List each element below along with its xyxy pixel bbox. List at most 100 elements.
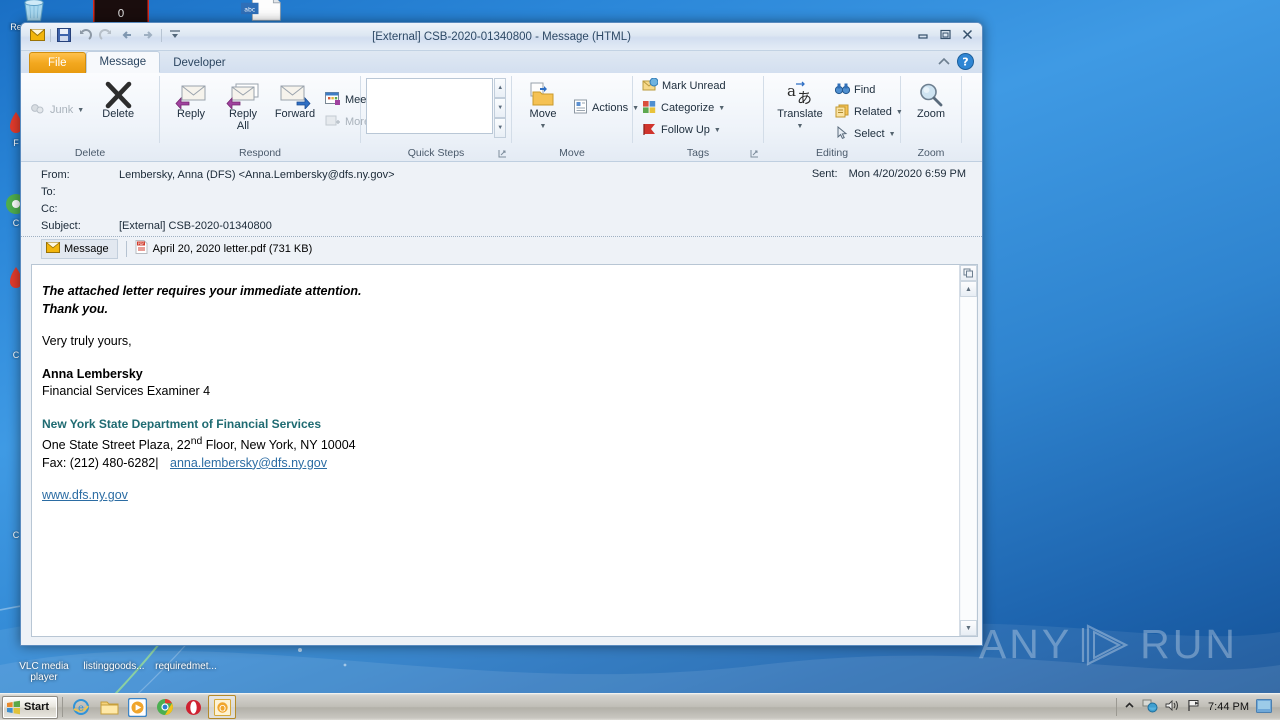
redo-icon[interactable] (98, 27, 114, 43)
junk-label: Junk (50, 104, 74, 116)
watermark-text-run: RUN (1140, 621, 1238, 667)
desktop-icon-requiredmet[interactable]: requiredmet... (150, 661, 222, 672)
window-title-bar[interactable]: [External] CSB-2020-01340800 - Message (… (21, 23, 982, 51)
split-pane-handle[interactable] (960, 265, 977, 281)
chevron-down-icon: ▼ (718, 104, 726, 112)
reply-button[interactable]: Reply (165, 77, 217, 123)
anyrun-logo-icon (1082, 623, 1129, 666)
close-button[interactable] (959, 27, 976, 42)
anyrun-watermark: ANY RUN (979, 621, 1238, 668)
reply-label: Reply (176, 108, 206, 120)
tab-file[interactable]: File (29, 52, 86, 73)
collapse-ribbon-icon[interactable] (937, 55, 951, 73)
forward-button[interactable]: Forward (269, 77, 321, 123)
find-label: Find (854, 84, 876, 96)
maximize-button[interactable] (937, 27, 954, 42)
previous-item-icon[interactable] (119, 27, 135, 43)
svg-text:?: ? (962, 56, 968, 69)
attachment-item[interactable]: PDF April 20, 2020 letter.pdf (731 KB) (135, 240, 313, 257)
email-link[interactable]: anna.lembersky@dfs.ny.gov (170, 456, 327, 470)
desktop-icon-vlc[interactable]: VLC media player (8, 661, 80, 683)
follow-up-button[interactable]: Follow Up ▼ (638, 119, 725, 141)
start-button[interactable]: Start (2, 695, 59, 719)
folder-icon (100, 701, 119, 714)
group-label-delete: Delete (74, 147, 106, 159)
next-item-icon[interactable] (140, 27, 156, 43)
delete-button[interactable]: Delete (92, 77, 144, 123)
network-icon[interactable] (1142, 698, 1158, 716)
taskbar-outlook[interactable]: O (208, 695, 237, 719)
forward-label: Forward (274, 108, 316, 120)
message-tab-button[interactable]: Message (41, 238, 118, 259)
cc-value[interactable] (119, 202, 982, 217)
window-title: [External] CSB-2020-01340800 - Message (… (372, 30, 631, 43)
taskbar-windows-explorer[interactable] (96, 696, 122, 718)
select-pointer-icon (835, 125, 850, 143)
ribbon-group-move: Move ▼ Actions ▼ Move (512, 73, 639, 161)
tags-dialog-launcher[interactable] (750, 149, 759, 160)
customize-qat-icon[interactable] (167, 27, 183, 43)
taskbar-clock[interactable]: 7:44 PM (1208, 701, 1249, 713)
to-value[interactable] (119, 185, 982, 200)
outlook-message-window: [External] CSB-2020-01340800 - Message (… (20, 22, 983, 646)
minimize-button[interactable] (915, 27, 932, 42)
desktop-icon-text-file[interactable]: abc (234, 0, 290, 22)
tab-message[interactable]: Message (85, 51, 161, 73)
quick-access-toolbar (29, 27, 183, 43)
attachment-name: April 20, 2020 letter.pdf (731 KB) (152, 242, 313, 255)
quick-steps-dialog-launcher[interactable] (498, 149, 507, 160)
scroll-up-button[interactable]: ▲ (960, 281, 977, 297)
taskbar-opera[interactable] (180, 696, 206, 718)
taskbar-media-player[interactable] (124, 696, 150, 718)
tab-developer[interactable]: Developer (160, 53, 238, 73)
translate-button[interactable]: a あ Translate ▼ (769, 77, 831, 134)
group-label-move: Move (559, 147, 585, 159)
website-link[interactable]: www.dfs.ny.gov (42, 488, 128, 502)
desktop-icon-listinggoods[interactable]: listinggoods... (78, 661, 150, 672)
quick-steps-more[interactable]: ▼ (494, 118, 506, 138)
scroll-track[interactable] (961, 297, 976, 620)
header-row-subject: Subject: [External] CSB-2020-01340800 (21, 219, 982, 236)
chevron-down-icon: ▼ (713, 126, 721, 134)
select-button[interactable]: Select ▼ (831, 123, 907, 145)
message-body-scrollbar[interactable]: ▲ ▼ (959, 265, 977, 636)
envelope-icon[interactable] (29, 27, 45, 43)
group-label-tags: Tags (686, 147, 710, 159)
address-ordinal-suffix: nd (190, 436, 203, 447)
message-body-pane: The attached letter requires your immedi… (31, 264, 978, 637)
quick-steps-scroll-up[interactable]: ▲ (494, 78, 506, 98)
save-icon[interactable] (56, 27, 72, 43)
junk-icon (30, 101, 46, 119)
scroll-down-button[interactable]: ▼ (960, 620, 977, 636)
categorize-button[interactable]: Categorize ▼ (638, 97, 729, 119)
show-hidden-icons-button[interactable] (1124, 700, 1135, 714)
reply-all-button[interactable]: Reply All (217, 77, 269, 134)
svg-text:a: a (787, 82, 796, 100)
undo-icon[interactable] (77, 27, 93, 43)
find-button[interactable]: Find (831, 79, 907, 101)
quick-steps-scroll-down[interactable]: ▼ (494, 98, 506, 118)
reply-all-icon (226, 79, 260, 109)
related-button[interactable]: Related ▼ (831, 101, 907, 123)
quick-steps-scroll[interactable]: ▲ ▼ ▼ (494, 78, 506, 138)
cc-label: Cc: (41, 203, 58, 215)
zoom-button[interactable]: Zoom (905, 77, 957, 123)
internet-explorer-icon: e (73, 699, 90, 715)
quick-steps-gallery[interactable] (366, 78, 494, 134)
subject-value[interactable]: [External] CSB-2020-01340800 (119, 219, 982, 234)
junk-button[interactable]: Junk ▼ (26, 99, 88, 121)
delete-label: Delete (102, 108, 135, 120)
attachment-separator (125, 240, 127, 257)
mark-unread-button[interactable]: Mark Unread (638, 75, 730, 97)
show-desktop-button[interactable] (1256, 698, 1272, 716)
help-icon[interactable]: ? (957, 53, 974, 75)
taskbar-chrome[interactable] (152, 696, 178, 718)
actions-button[interactable]: Actions ▼ (569, 97, 643, 119)
message-body-content[interactable]: The attached letter requires your immedi… (32, 265, 959, 636)
volume-icon[interactable] (1165, 699, 1180, 715)
taskbar-internet-explorer[interactable]: e (68, 696, 94, 718)
move-button[interactable]: Move ▼ (517, 77, 569, 134)
desktop-icon-label: VLC media player (19, 661, 69, 683)
action-center-flag-icon[interactable] (1187, 699, 1201, 715)
header-row-to: To: (21, 185, 982, 202)
